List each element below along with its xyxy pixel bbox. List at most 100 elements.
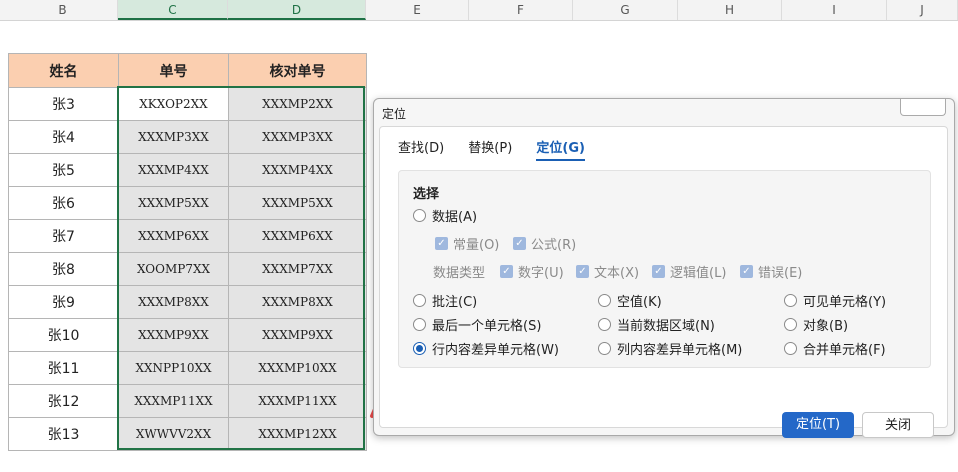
dialog-tabs: 查找(D) 替换(P) 定位(G) [398,137,605,161]
cell-name[interactable]: 张3 [8,87,119,121]
dialog-title: 定位 [382,107,407,121]
cell-check-no[interactable]: XXXMP8XX [228,285,367,319]
cell-name[interactable]: 张5 [8,153,119,187]
goto-dialog: 定位 查找(D) 替换(P) 定位(G) 选择 数据(A) ✓ 常量(O) ✓ … [373,98,955,438]
cell-order-no[interactable]: XWWVV2XX [118,417,229,451]
column-header-d[interactable]: D [228,0,366,20]
cell-order-no[interactable]: XXXMP9XX [118,318,229,352]
cell-order-no[interactable]: XXXMP4XX [118,153,229,187]
cell-check-no[interactable]: XXXMP7XX [228,252,367,286]
radio-data[interactable]: 数据(A) [413,206,477,225]
radio-row-differences[interactable]: 行内容差异单元格(W) [413,339,559,358]
close-icon[interactable] [900,99,946,116]
tab-find[interactable]: 查找(D) [398,137,444,156]
table-row: 张6 XXXMP5XX XXXMP5XX [8,186,367,220]
radio-icon [413,209,426,222]
header-order-no[interactable]: 单号 [118,53,229,88]
table-row: 张5 XXXMP4XX XXXMP4XX [8,153,367,187]
dialog-body: 查找(D) 替换(P) 定位(G) 选择 数据(A) ✓ 常量(O) ✓ 公式(… [379,126,948,438]
radio-current-region[interactable]: 当前数据区域(N) [598,315,715,334]
check-logical[interactable]: ✓ 逻辑值(L) [652,262,726,281]
cell-name[interactable]: 张12 [8,384,119,418]
radio-merged-cells[interactable]: 合并单元格(F) [784,339,886,358]
cell-order-no[interactable]: XXNPP10XX [118,351,229,385]
radio-label: 最后一个单元格(S) [432,319,542,334]
radio-visible-cells[interactable]: 可见单元格(Y) [784,291,886,310]
cell-check-no[interactable]: XXXMP10XX [228,351,367,385]
radio-label: 当前数据区域(N) [617,319,715,334]
cell-check-no[interactable]: XXXMP11XX [228,384,367,418]
radio-icon [413,294,426,307]
radio-icon [784,294,797,307]
radio-objects[interactable]: 对象(B) [784,315,848,334]
checkbox-icon: ✓ [435,237,448,250]
column-header-c[interactable]: C [118,0,228,20]
cell-order-no[interactable]: XXXMP5XX [118,186,229,220]
column-header-h[interactable]: H [678,0,782,20]
radio-column-differences[interactable]: 列内容差异单元格(M) [598,339,742,358]
column-header-g[interactable]: G [573,0,678,20]
check-label: 公式(R) [531,238,577,253]
cell-order-no[interactable]: XXXMP6XX [118,219,229,253]
cell-check-no[interactable]: XXXMP5XX [228,186,367,220]
radio-label: 合并单元格(F) [803,343,886,358]
cell-check-no[interactable]: XXXMP9XX [228,318,367,352]
radio-blanks[interactable]: 空值(K) [598,291,662,310]
cell-order-no[interactable]: XOOMP7XX [118,252,229,286]
radio-selected-icon [413,342,426,355]
column-header-e[interactable]: E [366,0,469,20]
radio-label: 对象(B) [803,319,849,334]
column-header-b[interactable]: B [8,0,118,20]
cell-name[interactable]: 张8 [8,252,119,286]
cell-check-no[interactable]: XXXMP2XX [228,87,367,121]
radio-label: 列内容差异单元格(M) [617,343,743,358]
column-header-j[interactable]: J [887,0,958,20]
cell-check-no[interactable]: XXXMP3XX [228,120,367,154]
check-text[interactable]: ✓ 文本(X) [576,262,639,281]
cell-name[interactable]: 张13 [8,417,119,451]
radio-icon [598,318,611,331]
column-header-f[interactable]: F [469,0,573,20]
table-row: 张11 XXNPP10XX XXXMP10XX [8,351,367,385]
cell-name[interactable]: 张7 [8,219,119,253]
check-label: 文本(X) [594,266,640,281]
radio-icon [598,342,611,355]
check-error[interactable]: ✓ 错误(E) [740,262,802,281]
cell-check-no[interactable]: XXXMP4XX [228,153,367,187]
column-header-i[interactable]: I [782,0,887,20]
close-button[interactable]: 关闭 [862,412,934,438]
cell-check-no[interactable]: XXXMP6XX [228,219,367,253]
cell-name[interactable]: 张9 [8,285,119,319]
radio-icon [784,318,797,331]
cell-name[interactable]: 张10 [8,318,119,352]
check-constant[interactable]: ✓ 常量(O) [435,234,499,253]
radio-comments[interactable]: 批注(C) [413,291,477,310]
cell-name[interactable]: 张4 [8,120,119,154]
cell-name[interactable]: 张11 [8,351,119,385]
cell-name[interactable]: 张6 [8,186,119,220]
selection-group: 选择 数据(A) ✓ 常量(O) ✓ 公式(R) 数据类型 ✓ 数字(U) ✓ … [398,170,931,368]
radio-label: 数据(A) [432,210,478,225]
radio-last-cell[interactable]: 最后一个单元格(S) [413,315,541,334]
data-type-label: 数据类型 [433,266,486,281]
cell-order-no[interactable]: XXXMP11XX [118,384,229,418]
tab-goto[interactable]: 定位(G) [536,137,585,161]
check-number[interactable]: ✓ 数字(U) [500,262,564,281]
header-row: 姓名 单号 核对单号 [8,53,367,88]
cell-order-no[interactable]: XKXOP2XX [118,87,229,121]
cell-order-no[interactable]: XXXMP3XX [118,120,229,154]
header-name[interactable]: 姓名 [8,53,119,88]
locate-button[interactable]: 定位(T) [782,412,854,438]
header-check-no[interactable]: 核对单号 [228,53,367,88]
table-row: 张13 XWWVV2XX XXXMP12XX [8,417,367,451]
radio-label: 空值(K) [617,295,662,310]
radio-icon [598,294,611,307]
radio-icon [784,342,797,355]
table-row: 张8 XOOMP7XX XXXMP7XX [8,252,367,286]
tab-replace[interactable]: 替换(P) [468,137,512,156]
check-formula[interactable]: ✓ 公式(R) [513,234,576,253]
cell-order-no[interactable]: XXXMP8XX [118,285,229,319]
radio-icon [413,318,426,331]
cell-check-no[interactable]: XXXMP12XX [228,417,367,451]
radio-label: 可见单元格(Y) [803,295,887,310]
